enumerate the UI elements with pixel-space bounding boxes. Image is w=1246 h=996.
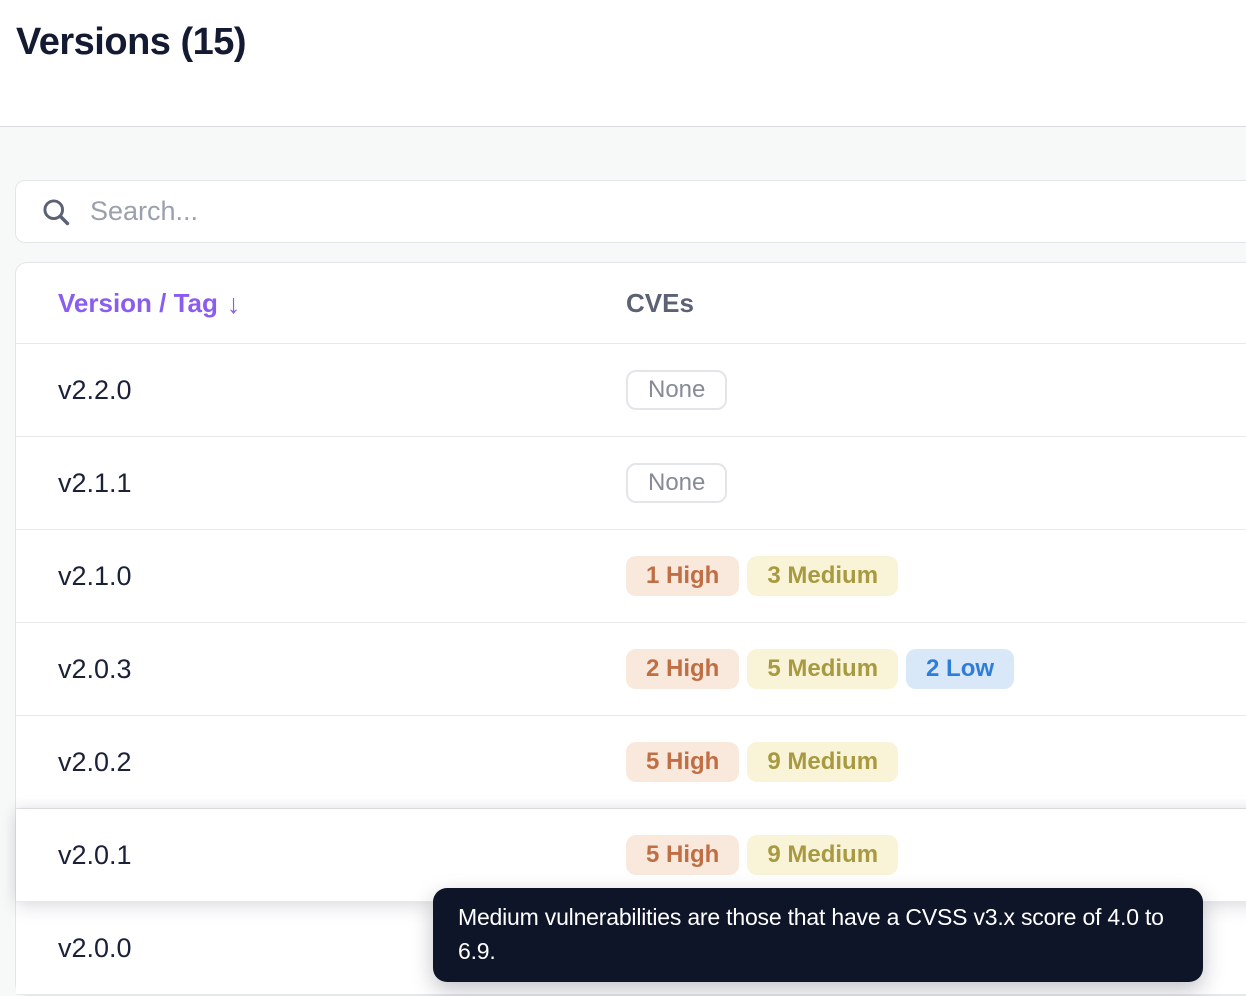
version-label: v2.0.0 xyxy=(58,932,132,963)
table-row[interactable]: v2.0.2 5 High 9 Medium xyxy=(16,716,1246,809)
page-header: Versions (15) xyxy=(0,0,1246,127)
version-tag-label: Version / Tag xyxy=(58,287,218,318)
search-icon xyxy=(40,196,72,228)
cve-badge-none[interactable]: None xyxy=(626,370,728,410)
cve-badge-low[interactable]: 2 Low xyxy=(906,649,1015,689)
version-cell: v2.0.3 xyxy=(58,654,626,685)
table-row[interactable]: v2.1.0 1 High 3 Medium xyxy=(16,530,1246,623)
versions-table: Version / Tag ↓ CVEs v2.2.0 None v2.1.1 … xyxy=(15,262,1246,996)
version-cell: v2.0.2 xyxy=(58,747,626,778)
table-header-row: Version / Tag ↓ CVEs xyxy=(16,263,1246,344)
version-cell: v2.1.0 xyxy=(58,561,626,592)
version-cell: v2.1.1 xyxy=(58,468,626,499)
cves-cell: 1 High 3 Medium xyxy=(626,556,1246,596)
table-row[interactable]: v2.1.1 None xyxy=(16,437,1246,530)
cve-badge-medium[interactable]: 5 Medium xyxy=(747,649,899,689)
cve-badge-high[interactable]: 5 High xyxy=(626,835,740,875)
version-label: v2.1.0 xyxy=(58,560,132,591)
cves-cell: 5 High 9 Medium xyxy=(626,742,1246,782)
content-area: Version / Tag ↓ CVEs v2.2.0 None v2.1.1 … xyxy=(0,180,1246,996)
column-header-cves: CVEs xyxy=(626,288,1246,319)
table-row[interactable]: v2.2.0 None xyxy=(16,344,1246,437)
search-input[interactable] xyxy=(88,195,1246,228)
version-label: v2.0.2 xyxy=(58,746,132,777)
version-label: v2.1.1 xyxy=(58,467,132,498)
cves-label: CVEs xyxy=(626,287,694,318)
table-row[interactable]: v2.0.3 2 High 5 Medium 2 Low xyxy=(16,623,1246,716)
column-header-version-tag[interactable]: Version / Tag ↓ xyxy=(58,288,626,319)
medium-cve-tooltip: Medium vulnerabilities are those that ha… xyxy=(433,888,1203,982)
version-tag-sort-control[interactable]: Version / Tag ↓ xyxy=(58,288,240,319)
version-label: v2.2.0 xyxy=(58,374,132,405)
cves-cell: 5 High 9 Medium xyxy=(626,835,1246,875)
cve-badge-high[interactable]: 5 High xyxy=(626,742,740,782)
cve-badge-medium[interactable]: 9 Medium xyxy=(747,835,899,875)
cve-badge-medium[interactable]: 3 Medium xyxy=(747,556,899,596)
cve-badge-medium[interactable]: 9 Medium xyxy=(747,742,899,782)
version-cell: v2.0.1 xyxy=(58,840,626,871)
version-label: v2.0.3 xyxy=(58,653,132,684)
cves-cell: None xyxy=(626,463,1246,503)
cve-badge-none[interactable]: None xyxy=(626,463,728,503)
cve-badge-high[interactable]: 2 High xyxy=(626,649,740,689)
search-bar[interactable] xyxy=(15,180,1246,243)
cves-cell: None xyxy=(626,370,1246,410)
cves-cell: 2 High 5 Medium 2 Low xyxy=(626,649,1246,689)
version-label: v2.0.1 xyxy=(58,839,132,870)
version-cell: v2.2.0 xyxy=(58,375,626,406)
cve-badge-high[interactable]: 1 High xyxy=(626,556,740,596)
page-title: Versions (15) xyxy=(16,21,247,63)
tooltip-text: Medium vulnerabilities are those that ha… xyxy=(458,904,1164,964)
sort-descending-icon: ↓ xyxy=(226,288,241,319)
